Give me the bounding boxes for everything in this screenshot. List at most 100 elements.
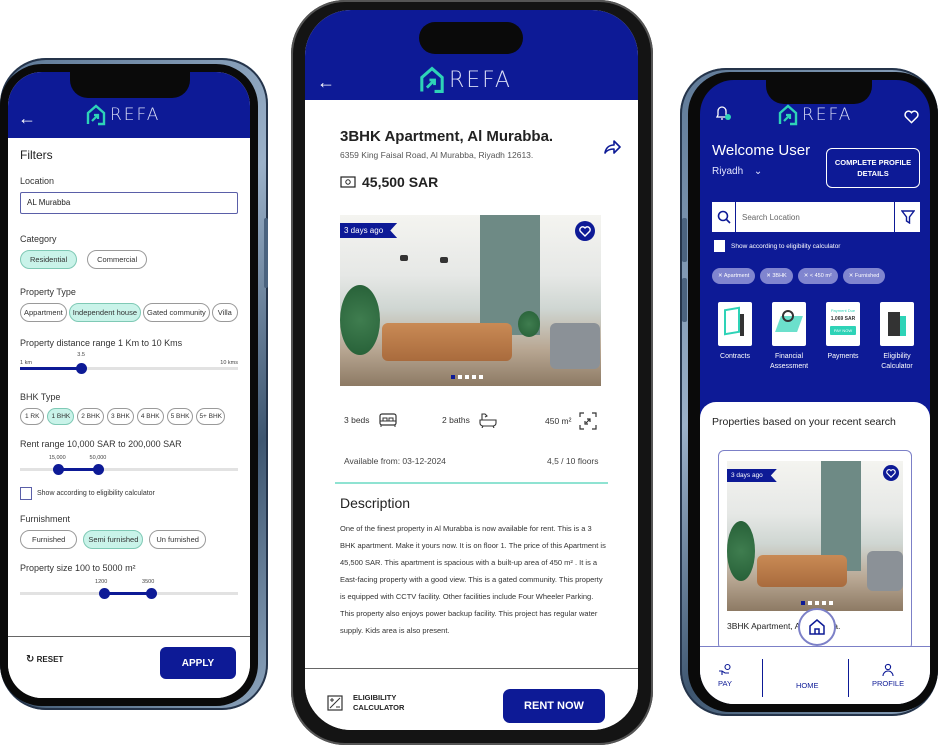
carousel-dot[interactable] — [801, 601, 805, 605]
photo-sofa — [382, 323, 512, 361]
carousel-dot[interactable] — [451, 375, 455, 379]
reset-button[interactable]: ↻ RESET — [26, 654, 63, 665]
eligibility-filter-row[interactable]: Show according to eligibility calculator — [20, 487, 238, 500]
distance-slider[interactable]: 1 km 3.5 10 kms — [20, 352, 238, 376]
distance-min-label: 1 km — [20, 360, 32, 366]
property-card-photo[interactable]: 3 days ago — [727, 461, 903, 611]
filter-icon[interactable] — [894, 202, 920, 232]
carousel-dot[interactable] — [822, 601, 826, 605]
tab-pay[interactable]: PAY — [718, 663, 732, 688]
chip-semi-furnished[interactable]: Semi furnished — [83, 530, 144, 549]
location-search-bar: Search Location — [712, 202, 920, 232]
filter-tag[interactable]: ✕ 3BHK — [760, 268, 793, 284]
chip-3bhk[interactable]: 3 BHK — [107, 408, 134, 425]
filter-tag[interactable]: ✕ < 450 m² — [797, 268, 838, 284]
chip-5plus-bhk[interactable]: 5+ BHK — [196, 408, 226, 425]
chip-1rk[interactable]: 1 RK — [20, 408, 45, 425]
chip-4bhk[interactable]: 4 BHK — [136, 408, 164, 425]
search-icon[interactable] — [712, 202, 736, 232]
size-high-handle[interactable] — [145, 588, 157, 599]
tag-label: Furnished — [854, 273, 880, 279]
chip-appartment[interactable]: Appartment — [20, 303, 67, 322]
quick-action-label: Financial Assessment — [769, 353, 809, 370]
size-label: Property size 100 to 5000 m² — [20, 563, 136, 573]
photo-lamp — [440, 257, 448, 263]
filter-tag[interactable]: ✕ Apartment — [712, 268, 756, 284]
favorites-button[interactable] — [904, 110, 919, 129]
bhk-chips: 1 RK 1 BHK 2 BHK 3 BHK 4 BHK 5 BHK 5+ BH… — [20, 408, 238, 425]
photo-chair — [867, 551, 903, 591]
eligibility-calculator-button[interactable]: ELIGIBILITY CALCULATOR — [327, 693, 404, 713]
property-photo-carousel[interactable]: 3 days ago — [340, 215, 601, 386]
chip-1bhk[interactable]: 1 BHK — [47, 408, 75, 425]
complete-profile-button[interactable]: COMPLETE PROFILE DETAILS — [826, 148, 920, 188]
location-input[interactable]: AL Murabba — [20, 192, 238, 214]
posted-badge: 3 days ago — [340, 223, 398, 238]
chip-un-furnished[interactable]: Un furnished — [149, 530, 206, 549]
chip-2bhk[interactable]: 2 BHK — [77, 408, 105, 425]
chip-5bhk[interactable]: 5 BHK — [166, 408, 194, 425]
eligibility-label-line1: ELIGIBILITY — [353, 693, 397, 702]
size-range-slider[interactable]: 1200 3500 — [20, 577, 238, 601]
chip-gated-community[interactable]: Gated community — [143, 303, 210, 322]
carousel-dot[interactable] — [829, 601, 833, 605]
heart-icon — [904, 110, 919, 124]
expand-area-icon — [579, 412, 598, 430]
heart-icon — [579, 225, 591, 237]
rent-low-handle[interactable] — [52, 464, 64, 475]
quick-action-contracts[interactable]: Contracts — [710, 302, 760, 372]
photo-plant — [340, 285, 380, 355]
pay-now-button[interactable]: PAY NOW — [830, 326, 856, 335]
quick-actions: Contracts Financial Assessment Payment D… — [710, 302, 922, 372]
quick-action-financial-assessment[interactable]: Financial Assessment — [764, 302, 814, 372]
chip-residential[interactable]: Residential — [20, 250, 78, 269]
size-low-handle[interactable] — [98, 588, 110, 599]
home-icon — [809, 619, 825, 635]
favorite-button[interactable] — [575, 221, 595, 241]
carousel-dot[interactable] — [472, 375, 476, 379]
description-title: Description — [340, 495, 411, 511]
tab-profile[interactable]: PROFILE — [872, 663, 904, 688]
chip-villa[interactable]: Villa — [211, 303, 238, 322]
chip-commercial[interactable]: Commercial — [87, 250, 148, 269]
carousel-dot[interactable] — [458, 375, 462, 379]
eligibility-label-line2: CALCULATOR — [353, 703, 405, 712]
favorite-button[interactable] — [883, 465, 899, 481]
carousel-dot[interactable] — [815, 601, 819, 605]
notification-button[interactable] — [714, 104, 732, 127]
tab-home[interactable]: HOME — [796, 681, 819, 690]
carousel-dot[interactable] — [479, 375, 483, 379]
rent-now-button[interactable]: RENT NOW — [503, 689, 605, 723]
quick-action-payments[interactable]: Payment Due 1,069 SAR PAY NOW Payments — [818, 302, 868, 372]
home-phone: REFA Welcome User Riyadh ⌄ COMPLETE PROF… — [680, 68, 938, 716]
availability-date: Available from: 03-12-2024 — [344, 456, 446, 466]
back-arrow-icon[interactable]: ← — [317, 72, 335, 93]
calculator-icon — [327, 695, 343, 711]
payment-card-icon: Payment Due 1,069 SAR PAY NOW — [826, 302, 860, 346]
rent-high-label: 50,000 — [89, 455, 107, 461]
chip-independent-house[interactable]: Independent house — [68, 303, 142, 322]
share-icon[interactable] — [603, 138, 621, 161]
profile-icon — [882, 663, 894, 677]
eligibility-checkbox[interactable] — [20, 487, 32, 500]
rent-high-handle[interactable] — [93, 464, 105, 475]
carousel-dot[interactable] — [465, 375, 469, 379]
quick-action-eligibility-calculator[interactable]: Eligibility Calculator — [872, 302, 922, 372]
rent-range-slider[interactable]: 15,000 50,000 — [20, 453, 238, 477]
distance-slider-handle[interactable] — [75, 363, 87, 374]
home-fab-button[interactable] — [798, 608, 836, 646]
size-high-label: 3500 — [142, 579, 155, 585]
back-arrow-icon[interactable]: ← — [18, 108, 36, 129]
house-arrow-logo-icon — [420, 66, 444, 93]
area-value: 450 m² — [545, 416, 572, 426]
filter-tag[interactable]: ✕ Furnished — [842, 268, 886, 284]
slider-fill — [103, 592, 151, 595]
carousel-dot[interactable] — [808, 601, 812, 605]
chip-furnished[interactable]: Furnished — [20, 530, 78, 549]
reset-label: RESET — [36, 655, 64, 664]
apply-button[interactable]: APPLY — [160, 647, 236, 679]
city-selector[interactable]: Riyadh ⌄ — [712, 166, 762, 177]
search-input[interactable]: Search Location — [736, 213, 894, 222]
eligibility-checkbox[interactable] — [714, 240, 725, 252]
eligibility-filter-row[interactable]: Show according to eligibility calculator — [714, 240, 840, 252]
